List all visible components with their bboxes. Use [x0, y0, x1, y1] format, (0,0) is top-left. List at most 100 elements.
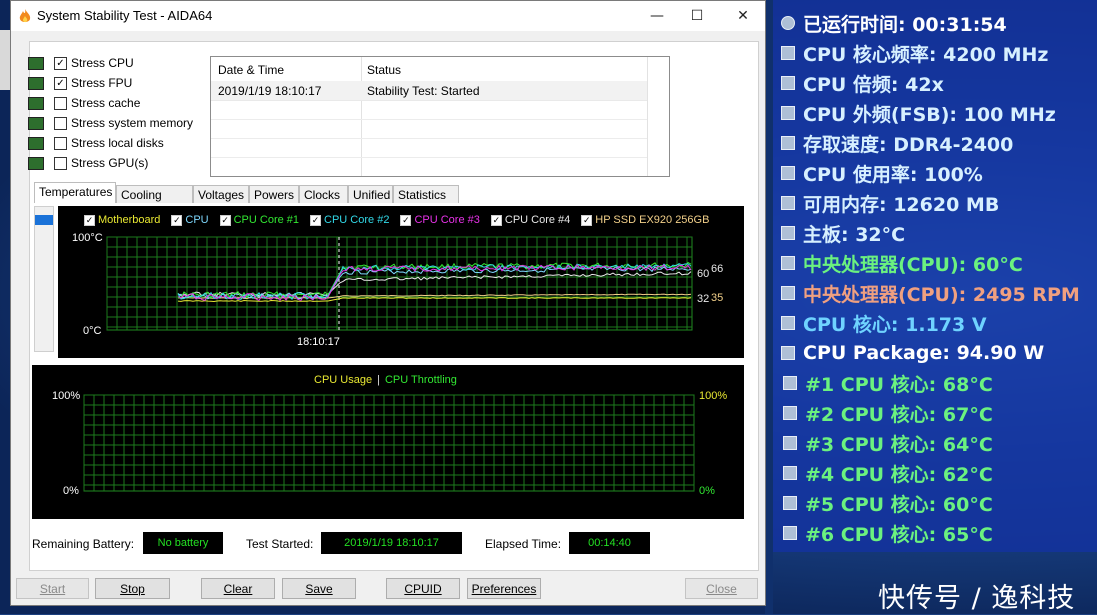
osd-row: #5 CPU 核心: 60°C: [783, 488, 993, 518]
cpu-icon: [781, 256, 795, 270]
window-title: System Stability Test - AIDA64: [37, 8, 213, 23]
osd-text: #1 CPU 核心: 68°C: [805, 373, 993, 396]
clear-button[interactable]: Clear: [201, 578, 275, 599]
monitor-icon: [28, 156, 44, 170]
osd-row: CPU 核心: 1.173 V: [781, 308, 987, 338]
core4-trace: [177, 271, 692, 297]
cpu-icon: [783, 436, 797, 450]
throttle-axis-top: 100%: [699, 390, 728, 402]
tab-voltages[interactable]: Voltages: [193, 185, 249, 203]
stress-option[interactable]: ✓ Stress CPU: [28, 54, 193, 72]
stress-option[interactable]: ✓ Stress FPU: [28, 74, 193, 92]
tab-temperatures[interactable]: Temperatures: [34, 182, 116, 203]
cpu-chip-icon: [28, 56, 44, 70]
osd-text: 中央处理器(CPU): 60°C: [803, 253, 1023, 276]
osd-text: CPU 核心频率: 4200 MHz: [803, 43, 1049, 66]
main-panel: ✓ Stress CPU ✓ Stress FPU Stress cache Stress…: [28, 41, 759, 571]
log-cell-status: Stability Test: Started: [367, 84, 480, 98]
temperature-plot: [106, 236, 693, 331]
cpuid-button[interactable]: CPUID: [386, 578, 460, 599]
stress-checkbox[interactable]: ✓: [54, 76, 67, 90]
tab-cooling-fans[interactable]: Cooling Fans: [116, 185, 193, 220]
throttle-axis-bottom: 0%: [699, 485, 715, 497]
stress-option-label: Stress GPU(s): [71, 156, 149, 170]
osd-row: #1 CPU 核心: 68°C: [783, 368, 993, 398]
log-cell-datetime: 2019/1/19 18:10:17: [218, 84, 322, 98]
osd-row: 已运行时间: 00:31:54: [781, 8, 1007, 38]
usage-axis-top: 100%: [52, 390, 81, 402]
save-button[interactable]: Save: [282, 578, 356, 599]
graph-scroll-track[interactable]: [34, 206, 54, 352]
memory-icon: [781, 136, 795, 150]
tab-statistics[interactable]: Statistics: [393, 185, 459, 203]
osd-text: #3 CPU 核心: 64°C: [805, 433, 993, 456]
stress-option-label: Stress system memory: [71, 116, 194, 130]
cpu-usage-graph: CPU Usage | CPU Throttling 100% 0% 100% …: [32, 365, 744, 519]
osd-text: CPU 使用率: 100%: [803, 163, 983, 186]
stop-button[interactable]: Stop: [95, 578, 170, 599]
close-button[interactable]: Close: [685, 578, 758, 599]
minimize-button[interactable]: —: [637, 2, 677, 30]
osd-text: #4 CPU 核心: 62°C: [805, 463, 993, 486]
row-divider: [211, 138, 647, 139]
log-header-status[interactable]: Status: [367, 63, 401, 77]
osd-text: CPU Package: 94.90 W: [803, 342, 1045, 364]
temp-axis-top: 100°C: [72, 232, 103, 244]
osd-row: 中央处理器(CPU): 2495 RPM: [781, 278, 1080, 308]
battery-value: No battery: [143, 532, 223, 554]
usage-plot: [83, 394, 695, 492]
tab-powers[interactable]: Powers: [249, 185, 299, 203]
memory-icon: [781, 196, 795, 210]
close-window-button[interactable]: ✕: [723, 2, 763, 30]
osd-row: #2 CPU 核心: 67°C: [783, 398, 993, 428]
table-row[interactable]: 2019/1/19 18:10:17 Stability Test: Start…: [211, 81, 647, 101]
log-header-datetime[interactable]: Date & Time: [218, 63, 284, 77]
elapsed-time-label: Elapsed Time:: [485, 537, 562, 551]
osd-row: 存取速度: DDR4-2400: [781, 128, 1013, 158]
stress-checkbox[interactable]: [54, 116, 67, 130]
disk-drive-icon: [28, 136, 44, 150]
osd-text: #5 CPU 核心: 60°C: [805, 493, 993, 516]
watermark: 快传号 / 逸科技: [878, 583, 1076, 614]
stress-option-label: Stress CPU: [71, 56, 134, 70]
temp-axis-bottom: 0°C: [83, 325, 102, 337]
osd-row: 中央处理器(CPU): 60°C: [781, 248, 1023, 278]
stress-checkbox[interactable]: ✓: [54, 56, 67, 70]
temp-end-value: 66: [711, 263, 724, 275]
title-bar[interactable]: System Stability Test - AIDA64 — ☐ ✕: [11, 1, 765, 31]
osd-row: #3 CPU 核心: 64°C: [783, 428, 993, 458]
temperature-graph: ✓ Motherboard ✓ CPU ✓ CPU Core #1 ✓ CPU Core #2…: [58, 206, 744, 358]
stress-option[interactable]: Stress GPU(s): [28, 154, 193, 172]
close-icon: ✕: [737, 8, 749, 24]
cpu-icon: [781, 346, 795, 360]
cache-chip-icon: [28, 96, 44, 110]
cpu-icon: [783, 496, 797, 510]
osd-text: #6 CPU 核心: 65°C: [805, 523, 993, 546]
start-button[interactable]: Start: [16, 578, 89, 599]
cpu-icon: [781, 106, 795, 120]
stress-checkbox[interactable]: [54, 156, 67, 170]
tab-clocks[interactable]: Clocks: [299, 185, 348, 203]
stress-option[interactable]: Stress cache: [28, 94, 193, 112]
stress-option-label: Stress cache: [71, 96, 141, 110]
stress-option[interactable]: Stress system memory: [28, 114, 193, 132]
tab-unified[interactable]: Unified: [348, 185, 393, 203]
osd-row: #4 CPU 核心: 62°C: [783, 458, 993, 488]
osd-text: 可用内存: 12620 MB: [803, 193, 1000, 216]
sensor-osd-panel: 已运行时间: 00:31:54 CPU 核心频率: 4200 MHz CPU 倍频:…: [773, 0, 1097, 552]
memory-module-icon: [28, 116, 44, 130]
stress-checkbox[interactable]: [54, 136, 67, 150]
stress-option[interactable]: Stress local disks: [28, 134, 193, 152]
log-column-divider: [361, 57, 362, 176]
osd-row: 主板: 32°C: [781, 218, 905, 248]
graph-scroll-thumb[interactable]: [35, 215, 53, 225]
osd-text: CPU 倍频: 42x: [803, 73, 944, 96]
preferences-button[interactable]: Preferences: [467, 578, 541, 599]
osd-text: 主板: 32°C: [803, 223, 906, 246]
background-window-edge: [0, 30, 10, 90]
osd-row: CPU 核心频率: 4200 MHz: [781, 38, 1049, 68]
stress-checkbox[interactable]: [54, 96, 67, 110]
maximize-button[interactable]: ☐: [677, 2, 717, 30]
maximize-icon: ☐: [690, 8, 704, 24]
osd-text: 中央处理器(CPU): 2495 RPM: [803, 283, 1080, 306]
